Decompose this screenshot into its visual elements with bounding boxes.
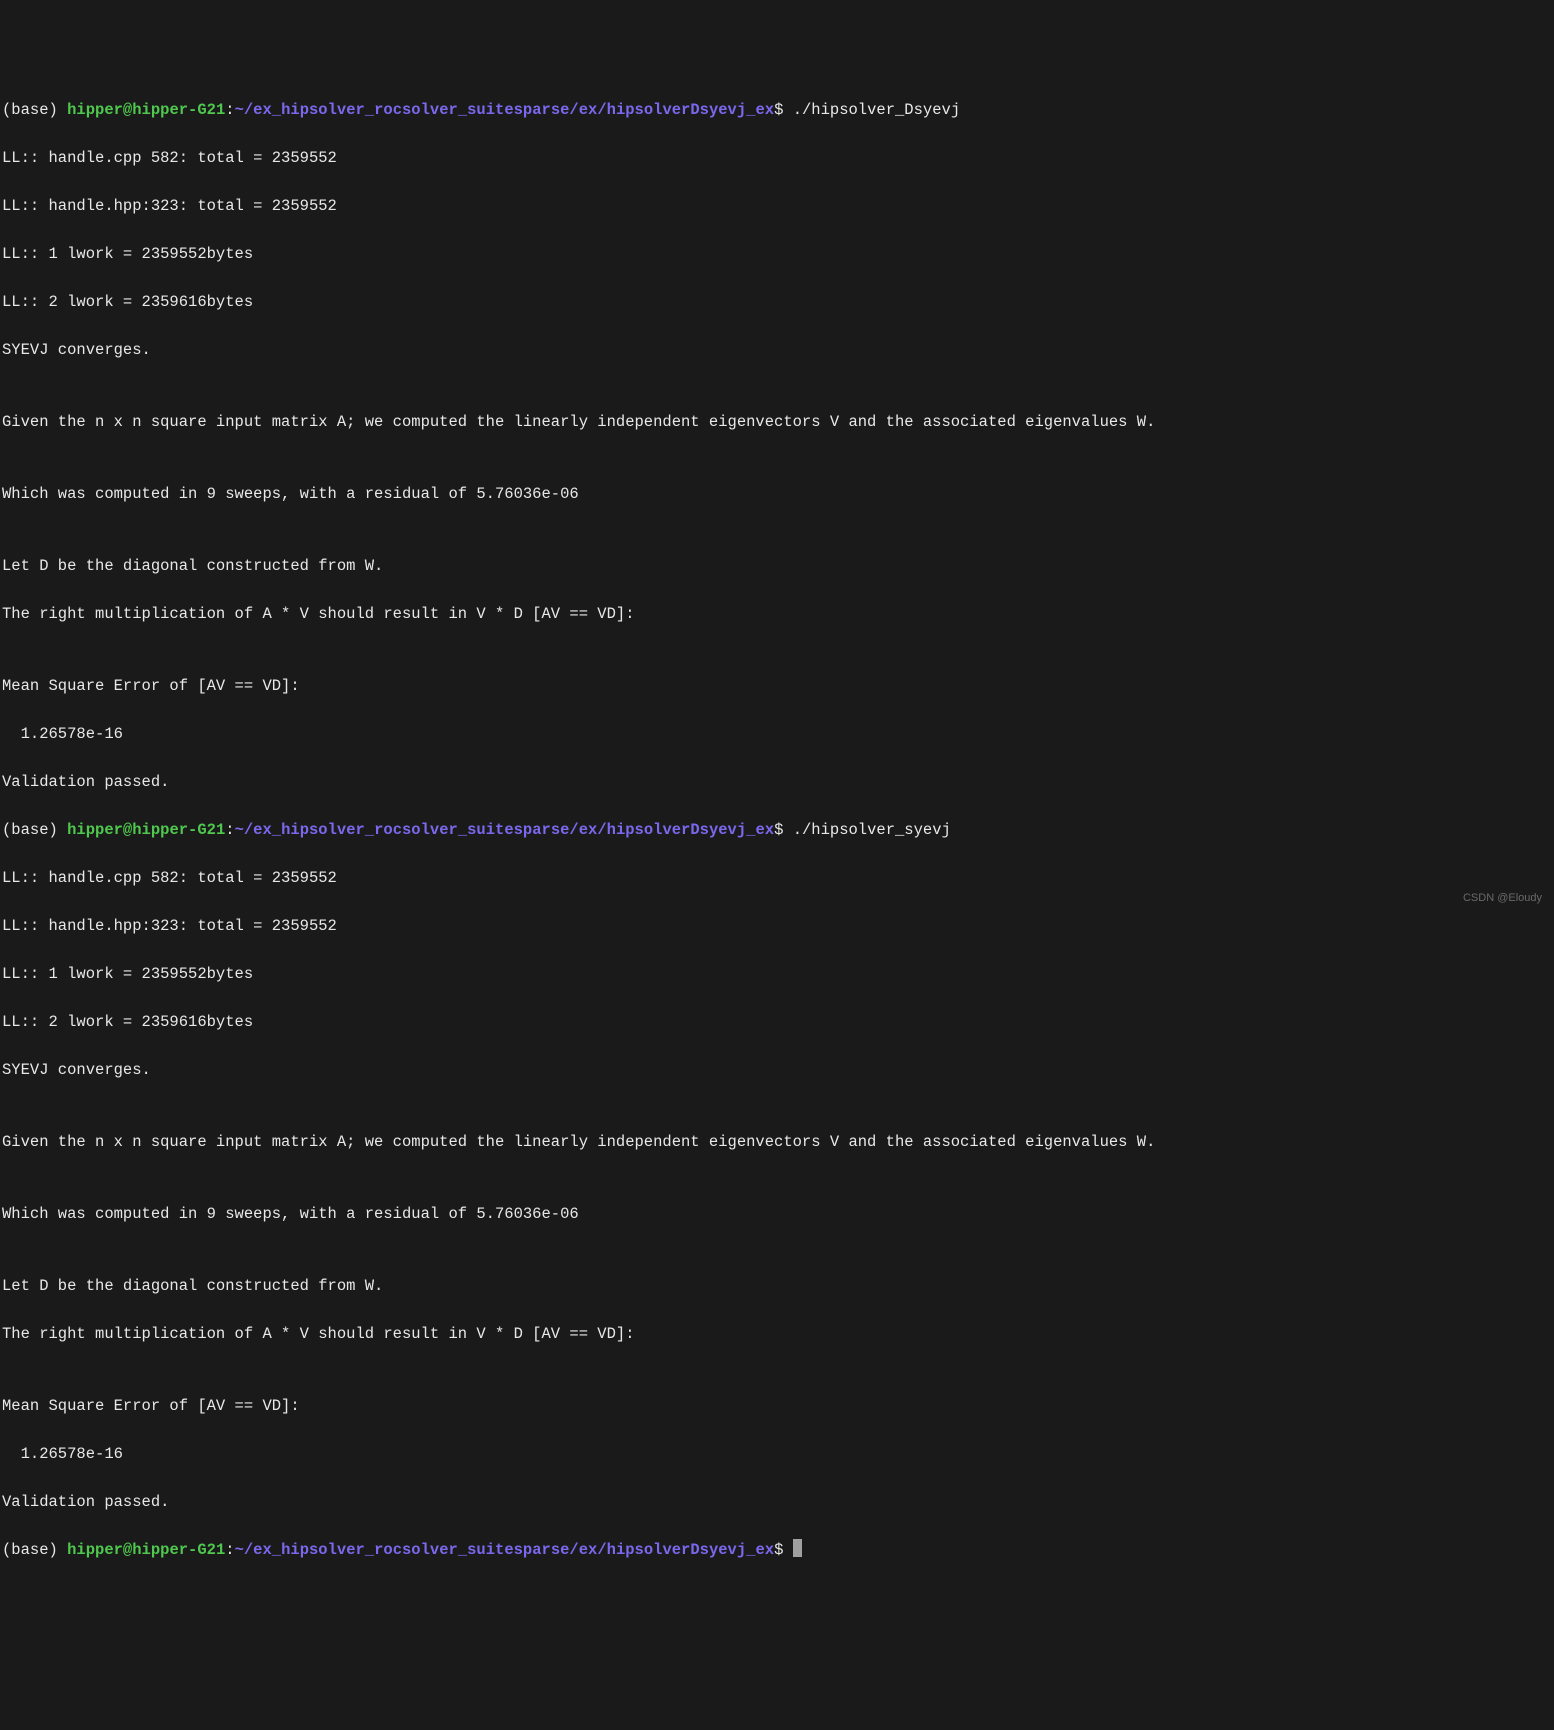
output-line: LL:: 1 lwork = 2359552bytes — [2, 962, 1552, 986]
output-line: 1.26578e-16 — [2, 1442, 1552, 1466]
output-line: The right multiplication of A * V should… — [2, 1322, 1552, 1346]
output-line: Given the n x n square input matrix A; w… — [2, 1130, 1552, 1154]
output-line: 1.26578e-16 — [2, 722, 1552, 746]
output-line: LL:: handle.hpp:323: total = 2359552 — [2, 194, 1552, 218]
prompt-sep: : — [225, 101, 234, 119]
cursor-icon — [793, 1539, 802, 1557]
output-line: LL:: 2 lwork = 2359616bytes — [2, 1010, 1552, 1034]
output-line: The right multiplication of A * V should… — [2, 602, 1552, 626]
prompt-sep: : — [225, 1541, 234, 1559]
output-line: LL:: handle.cpp 582: total = 2359552 — [2, 146, 1552, 170]
output-line: Mean Square Error of [AV == VD]: — [2, 1394, 1552, 1418]
output-line: LL:: handle.hpp:323: total = 2359552 — [2, 914, 1552, 938]
output-line: Given the n x n square input matrix A; w… — [2, 410, 1552, 434]
prompt-line-2[interactable]: (base) hipper@hipper-G21:~/ex_hipsolver_… — [2, 818, 1552, 842]
prompt-path: ~/ex_hipsolver_rocsolver_suitesparse/ex/… — [235, 821, 775, 839]
output-line: Validation passed. — [2, 1490, 1552, 1514]
output-line: Which was computed in 9 sweeps, with a r… — [2, 1202, 1552, 1226]
prompt-user: hipper@hipper-G21 — [67, 1541, 225, 1559]
output-line: Validation passed. — [2, 770, 1552, 794]
output-line: Mean Square Error of [AV == VD]: — [2, 674, 1552, 698]
prompt-env: (base) — [2, 1541, 67, 1559]
output-line: LL:: handle.cpp 582: total = 2359552 — [2, 866, 1552, 890]
output-line: Let D be the diagonal constructed from W… — [2, 554, 1552, 578]
prompt-line-3[interactable]: (base) hipper@hipper-G21:~/ex_hipsolver_… — [2, 1538, 1552, 1562]
prompt-env: (base) — [2, 101, 67, 119]
prompt-sep: : — [225, 821, 234, 839]
prompt-dollar: $ — [774, 821, 783, 839]
prompt-line-1[interactable]: (base) hipper@hipper-G21:~/ex_hipsolver_… — [2, 98, 1552, 122]
output-line: SYEVJ converges. — [2, 338, 1552, 362]
prompt-env: (base) — [2, 821, 67, 839]
output-line: LL:: 2 lwork = 2359616bytes — [2, 290, 1552, 314]
prompt-path: ~/ex_hipsolver_rocsolver_suitesparse/ex/… — [235, 1541, 775, 1559]
output-line: Let D be the diagonal constructed from W… — [2, 1274, 1552, 1298]
prompt-dollar: $ — [774, 1541, 783, 1559]
prompt-dollar: $ — [774, 101, 783, 119]
command-text: ./hipsolver_syevj — [783, 821, 950, 839]
watermark: CSDN @Eloudy — [1463, 886, 1542, 910]
prompt-user: hipper@hipper-G21 — [67, 821, 225, 839]
command-text: ./hipsolver_Dsyevj — [783, 101, 960, 119]
prompt-path: ~/ex_hipsolver_rocsolver_suitesparse/ex/… — [235, 101, 775, 119]
command-text — [783, 1541, 792, 1559]
prompt-user: hipper@hipper-G21 — [67, 101, 225, 119]
output-line: LL:: 1 lwork = 2359552bytes — [2, 242, 1552, 266]
output-line: SYEVJ converges. — [2, 1058, 1552, 1082]
output-line: Which was computed in 9 sweeps, with a r… — [2, 482, 1552, 506]
